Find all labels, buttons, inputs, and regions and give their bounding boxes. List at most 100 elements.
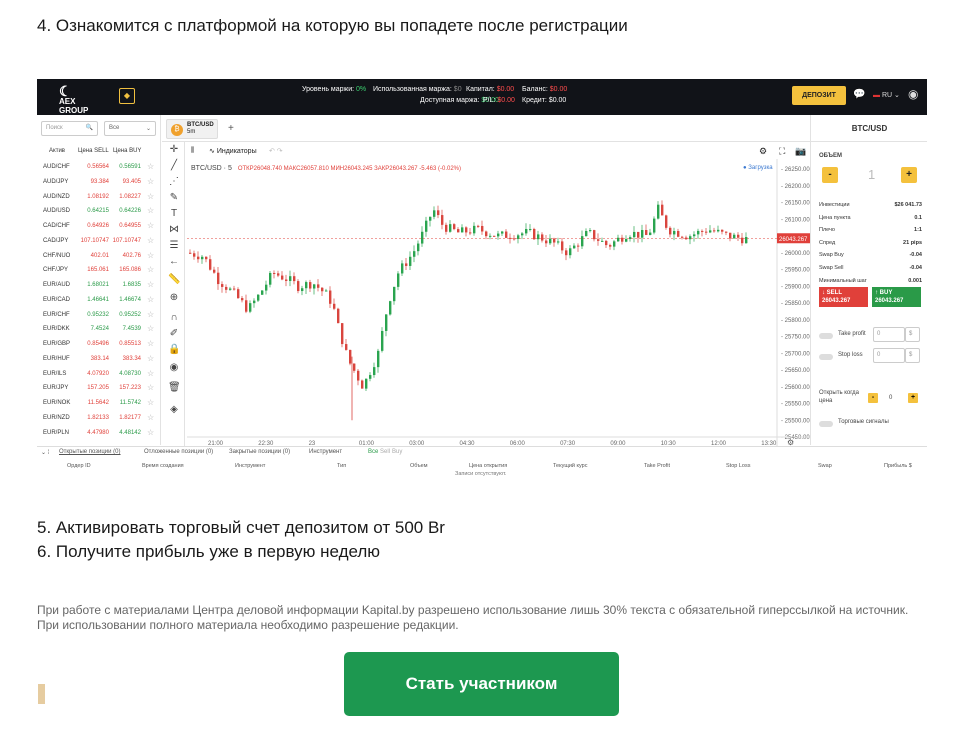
instrument-row[interactable]: AUD/JPY 93.384 93.405 ☆ bbox=[37, 176, 161, 191]
collapse-icon[interactable]: ⌄ ⁞ bbox=[41, 449, 49, 456]
star-icon[interactable]: ☆ bbox=[147, 428, 154, 437]
ruler-icon[interactable]: 📏 bbox=[168, 274, 180, 285]
star-icon[interactable]: ☆ bbox=[147, 192, 154, 201]
star-icon[interactable]: ☆ bbox=[147, 339, 154, 348]
user-icon[interactable]: ◉ bbox=[908, 87, 918, 101]
take-profit-input[interactable]: 0 bbox=[873, 327, 905, 342]
indicators-button[interactable]: ∿ Индикаторы bbox=[209, 147, 257, 155]
chat-icon[interactable]: 💬 bbox=[853, 89, 865, 100]
take-profit-toggle[interactable] bbox=[819, 333, 833, 339]
open-when-plus-button[interactable]: + bbox=[908, 393, 918, 403]
column-header[interactable]: Цена открытия bbox=[469, 463, 507, 469]
instrument-row[interactable]: AUD/CHF 0.56564 0.56591 ☆ bbox=[37, 161, 161, 176]
layers-icon[interactable]: ◈ bbox=[168, 404, 180, 415]
filter-sell[interactable]: Sell bbox=[380, 449, 390, 455]
tab-open-positions[interactable]: Открытые позиции (0) bbox=[59, 449, 121, 455]
filter-select[interactable]: Все ⌄ bbox=[104, 121, 156, 136]
text-icon[interactable]: T bbox=[168, 208, 180, 219]
crosshair-icon[interactable]: ✛ bbox=[168, 144, 180, 155]
buy-button[interactable]: ↑ BUY 26043.267 bbox=[872, 287, 921, 307]
zoom-icon[interactable]: ⊕ bbox=[168, 292, 180, 303]
filter-all[interactable]: Все bbox=[368, 449, 378, 455]
candle-type-icon[interactable]: ⫼ bbox=[191, 147, 194, 155]
tab-closed-positions[interactable]: Закрытые позиции (0) bbox=[229, 449, 290, 455]
instrument-row[interactable]: CAD/JPY 107.10747 107.10747 ☆ bbox=[37, 235, 161, 250]
column-header[interactable]: Stop Loss bbox=[726, 463, 750, 469]
column-header[interactable]: Swap bbox=[818, 463, 832, 469]
become-member-button[interactable]: Стать участником bbox=[344, 652, 619, 716]
brush-icon[interactable]: ✎ bbox=[168, 192, 180, 203]
sell-button[interactable]: ↓ SELL 26043.267 bbox=[819, 287, 868, 307]
forecast-icon[interactable]: ☰ bbox=[168, 240, 180, 251]
undo-icon[interactable]: ↶ ↷ bbox=[269, 147, 283, 155]
instrument-row[interactable]: CHF/JPY 165.061 165.086 ☆ bbox=[37, 264, 161, 279]
settings-icon[interactable]: ⚙ bbox=[759, 146, 767, 157]
star-icon[interactable]: ☆ bbox=[147, 369, 154, 378]
pencil-lock-icon[interactable]: ✐ bbox=[168, 328, 180, 339]
magnet-icon[interactable]: ∩ bbox=[168, 312, 180, 323]
column-header[interactable]: Время создания bbox=[142, 463, 184, 469]
column-header[interactable]: Take Profit bbox=[644, 463, 670, 469]
instrument-row[interactable]: AUD/NZD 1.08192 1.08227 ☆ bbox=[37, 191, 161, 206]
add-tab-icon[interactable]: + bbox=[228, 123, 234, 134]
star-icon[interactable]: ☆ bbox=[147, 398, 154, 407]
star-icon[interactable]: ☆ bbox=[147, 206, 154, 215]
star-icon[interactable]: ☆ bbox=[147, 221, 154, 230]
instrument-row[interactable]: EUR/HUF 383.14 383.34 ☆ bbox=[37, 353, 161, 368]
instrument-row[interactable]: CAD/CHF 0.64926 0.64955 ☆ bbox=[37, 220, 161, 235]
volume-minus-button[interactable]: - bbox=[822, 167, 838, 183]
pattern-icon[interactable]: ⋈ bbox=[168, 224, 180, 235]
fullscreen-icon[interactable]: ⛶ bbox=[779, 146, 785, 157]
home-icon[interactable]: ◆ bbox=[119, 88, 135, 104]
star-icon[interactable]: ☆ bbox=[147, 162, 154, 171]
instrument-row[interactable]: CHF/NUO 402.01 402.76 ☆ bbox=[37, 250, 161, 265]
column-header[interactable]: Объем bbox=[410, 463, 428, 469]
star-icon[interactable]: ☆ bbox=[147, 310, 154, 319]
symbol-tab[interactable]: ₿ BTC/USD 5m bbox=[166, 119, 218, 139]
instrument-filter[interactable]: Инструмент bbox=[309, 449, 342, 455]
open-when-minus-button[interactable]: - bbox=[868, 393, 878, 403]
fib-icon[interactable]: ⋰ bbox=[168, 176, 180, 187]
star-icon[interactable]: ☆ bbox=[147, 265, 154, 274]
instrument-row[interactable]: EUR/DKK 7.4524 7.4539 ☆ bbox=[37, 323, 161, 338]
column-header[interactable]: Инструмент bbox=[235, 463, 265, 469]
language-selector[interactable]: ▬ RU ⌄ bbox=[873, 91, 900, 99]
star-icon[interactable]: ☆ bbox=[147, 177, 154, 186]
price-chart[interactable]: BTC/USD · 5 ОТКР26048.740 МАКС26057.810 … bbox=[187, 159, 810, 446]
instrument-row[interactable]: EUR/AUD 1.68021 1.6835 ☆ bbox=[37, 279, 161, 294]
star-icon[interactable]: ☆ bbox=[147, 236, 154, 245]
signals-toggle[interactable] bbox=[819, 421, 833, 427]
instrument-row[interactable]: EUR/NOK 11.5642 11.5742 ☆ bbox=[37, 397, 161, 412]
star-icon[interactable]: ☆ bbox=[147, 413, 154, 422]
column-header[interactable]: Ордер ID bbox=[67, 463, 91, 469]
star-icon[interactable]: ☆ bbox=[147, 251, 154, 260]
instrument-row[interactable]: EUR/NZD 1.82133 1.82177 ☆ bbox=[37, 412, 161, 427]
back-arrow-icon[interactable]: ← bbox=[168, 256, 180, 267]
stop-loss-currency[interactable]: $ bbox=[905, 348, 920, 363]
column-header[interactable]: Тип bbox=[337, 463, 346, 469]
instrument-row[interactable]: EUR/ILS 4.07920 4.08730 ☆ bbox=[37, 368, 161, 383]
trendline-icon[interactable]: ╱ bbox=[168, 160, 180, 171]
star-icon[interactable]: ☆ bbox=[147, 324, 154, 333]
deposit-button[interactable]: ДЕПОЗИТ bbox=[792, 86, 846, 105]
star-icon[interactable]: ☆ bbox=[147, 280, 154, 289]
camera-icon[interactable]: 📷 bbox=[795, 146, 806, 157]
take-profit-currency[interactable]: $ bbox=[905, 327, 920, 342]
filter-buy[interactable]: Buy bbox=[392, 449, 402, 455]
stop-loss-toggle[interactable] bbox=[819, 354, 833, 360]
instrument-row[interactable]: EUR/CAD 1.46641 1.46674 ☆ bbox=[37, 294, 161, 309]
trash-icon[interactable]: 🗑 bbox=[168, 382, 181, 393]
search-input[interactable]: Поиск 🔍 bbox=[41, 121, 98, 136]
instrument-row[interactable]: EUR/CHF 0.95232 0.95252 ☆ bbox=[37, 309, 161, 324]
stop-loss-input[interactable]: 0 bbox=[873, 348, 905, 363]
volume-value[interactable]: 1 bbox=[868, 167, 875, 182]
instrument-row[interactable]: EUR/PLN 4.47980 4.48142 ☆ bbox=[37, 427, 161, 442]
star-icon[interactable]: ☆ bbox=[147, 383, 154, 392]
instrument-row[interactable]: AUD/USD 0.64215 0.64226 ☆ bbox=[37, 205, 161, 220]
star-icon[interactable]: ☆ bbox=[147, 354, 154, 363]
instrument-row[interactable]: EUR/GBP 0.85496 0.85513 ☆ bbox=[37, 338, 161, 353]
open-when-value[interactable]: 0 bbox=[889, 395, 892, 401]
instrument-row[interactable]: EUR/JPY 157.205 157.223 ☆ bbox=[37, 382, 161, 397]
volume-plus-button[interactable]: + bbox=[901, 167, 917, 183]
lock-icon[interactable]: 🔒 bbox=[168, 344, 180, 355]
